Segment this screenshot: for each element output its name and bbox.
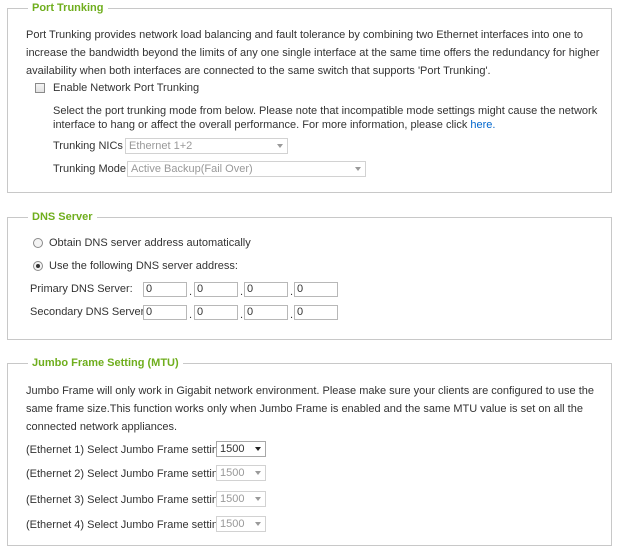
trunking-nics-label: Trunking NICs : — [53, 140, 130, 152]
octet-separator: . — [240, 309, 244, 321]
trunking-nics-select[interactable]: Ethernet 1+2 — [125, 138, 288, 154]
chevron-down-icon — [255, 522, 261, 526]
chevron-down-icon — [255, 447, 261, 451]
port-trunking-legend: Port Trunking — [28, 1, 108, 15]
trunking-mode-select[interactable]: Active Backup(Fail Over) — [127, 161, 366, 177]
primary-dns-octet-3[interactable]: 0 — [244, 282, 288, 297]
dns-auto-radio[interactable] — [33, 238, 43, 248]
jumbo-eth1-label: (Ethernet 1) Select Jumbo Frame setting: — [26, 444, 228, 456]
secondary-dns-octet-1[interactable]: 0 — [143, 305, 187, 320]
dns-manual-radio[interactable] — [33, 261, 43, 271]
jumbo-eth2-select[interactable]: 1500 — [216, 465, 266, 481]
chevron-down-icon — [255, 497, 261, 501]
jumbo-eth1-select[interactable]: 1500 — [216, 441, 266, 457]
chevron-down-icon — [355, 167, 361, 171]
enable-port-trunking-label[interactable]: Enable Network Port Trunking — [53, 81, 199, 95]
jumbo-eth3-select[interactable]: 1500 — [216, 491, 266, 507]
jumbo-eth4-select[interactable]: 1500 — [216, 516, 266, 532]
primary-dns-octet-2[interactable]: 0 — [194, 282, 238, 297]
trunking-mode-note-text: Select the port trunking mode from below… — [53, 105, 598, 131]
chevron-down-icon — [277, 144, 283, 148]
enable-port-trunking-checkbox[interactable] — [35, 83, 45, 93]
jumbo-eth4-label: (Ethernet 4) Select Jumbo Frame setting: — [26, 519, 228, 531]
jumbo-eth3-value: 1500 — [220, 493, 245, 505]
primary-dns-octet-1[interactable]: 0 — [143, 282, 187, 297]
secondary-dns-octet-2[interactable]: 0 — [194, 305, 238, 320]
dns-server-legend: DNS Server — [28, 210, 97, 224]
jumbo-eth4-value: 1500 — [220, 518, 245, 530]
chevron-down-icon — [255, 471, 261, 475]
trunking-mode-value: Active Backup(Fail Over) — [131, 163, 253, 175]
trunking-nics-value: Ethernet 1+2 — [129, 140, 193, 152]
octet-separator: . — [189, 286, 193, 298]
jumbo-frame-description: Jumbo Frame will only work in Gigabit ne… — [26, 385, 594, 433]
help-link[interactable]: here. — [470, 119, 495, 131]
octet-separator: . — [290, 286, 294, 298]
jumbo-eth1-value: 1500 — [220, 443, 245, 455]
jumbo-eth2-label: (Ethernet 2) Select Jumbo Frame setting: — [26, 468, 228, 480]
trunking-mode-note: Select the port trunking mode from below… — [53, 104, 598, 132]
secondary-dns-label: Secondary DNS Server: — [30, 306, 148, 318]
trunking-mode-label: Trunking Mode : — [53, 163, 133, 175]
jumbo-eth3-label: (Ethernet 3) Select Jumbo Frame setting: — [26, 494, 228, 506]
primary-dns-label: Primary DNS Server: — [30, 283, 133, 295]
octet-separator: . — [240, 286, 244, 298]
octet-separator: . — [189, 309, 193, 321]
octet-separator: . — [290, 309, 294, 321]
dns-manual-label[interactable]: Use the following DNS server address: — [49, 259, 238, 273]
secondary-dns-octet-4[interactable]: 0 — [294, 305, 338, 320]
secondary-dns-octet-3[interactable]: 0 — [244, 305, 288, 320]
jumbo-eth2-value: 1500 — [220, 467, 245, 479]
primary-dns-octet-4[interactable]: 0 — [294, 282, 338, 297]
port-trunking-description: Port Trunking provides network load bala… — [26, 29, 600, 77]
dns-auto-label[interactable]: Obtain DNS server address automatically — [49, 236, 251, 250]
jumbo-frame-legend: Jumbo Frame Setting (MTU) — [28, 356, 183, 370]
